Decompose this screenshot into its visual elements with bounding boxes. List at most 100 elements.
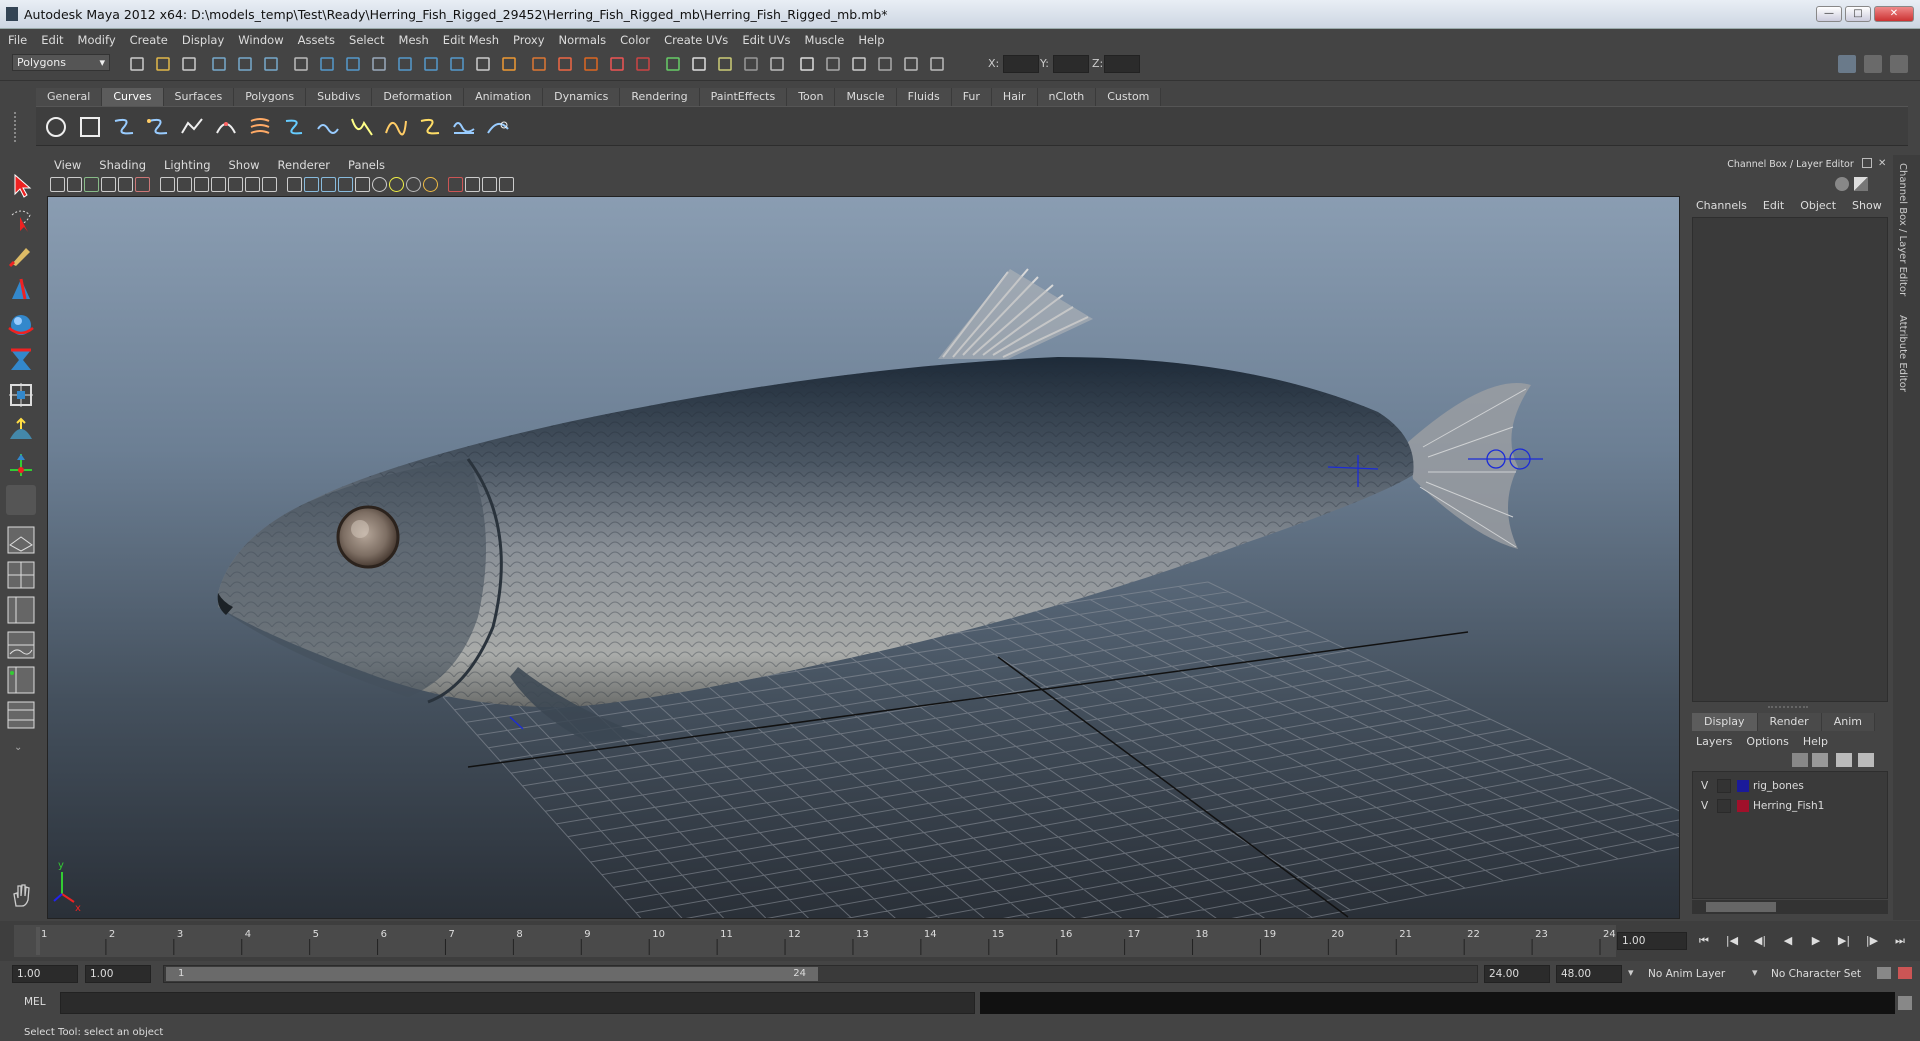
range-slider-track[interactable]: 1 24 [163,965,1478,983]
playback-end-field[interactable]: 24.00 [1484,965,1550,983]
channel-box-menu-object[interactable]: Object [1800,199,1836,212]
cv-curve-tool-icon[interactable] [112,115,136,139]
scale-tool-icon[interactable] [6,345,36,375]
range-slider-bar[interactable]: 1 24 [166,967,818,981]
shelf-tab-curves[interactable]: Curves [102,88,164,106]
layer-visibility-toggle[interactable]: V [1701,800,1708,812]
open-scene-icon[interactable] [156,57,170,71]
history-toggle-icon[interactable] [692,57,706,71]
bookmarks-icon[interactable] [84,177,99,192]
snap-grid-icon[interactable] [558,57,572,71]
channel-box-options-icon[interactable] [1835,177,1849,191]
channel-box-menu-show[interactable]: Show [1852,199,1882,212]
animation-preferences-icon[interactable] [1898,967,1912,979]
anim-layer-dropdown-arrow[interactable]: ▾ [1628,966,1634,979]
show-manipulator-icon[interactable] [6,450,36,480]
move-tool-icon[interactable] [6,275,36,305]
construction-history-icon[interactable] [770,57,784,71]
shelf-tab-ncloth[interactable]: nCloth [1037,88,1097,106]
menu-normals[interactable]: Normals [559,33,607,47]
safe-title-icon[interactable] [262,177,277,192]
shelf-tab-polygons[interactable]: Polygons [234,88,307,106]
xray-components-icon[interactable] [499,177,514,192]
smooth-shade-all-icon[interactable] [304,177,319,192]
character-set-dropdown-arrow[interactable]: ▾ [1752,966,1758,979]
animation-end-field[interactable]: 48.00 [1556,965,1622,983]
resolution-gate-icon[interactable] [194,177,209,192]
select-curves-icon[interactable] [372,57,386,71]
insert-knot-icon[interactable] [384,115,408,139]
snap-curve-icon[interactable] [584,57,598,71]
layer-tab-anim[interactable]: Anim [1821,713,1875,731]
shelf-tab-hair[interactable]: Hair [991,88,1038,106]
command-input[interactable] [60,992,975,1014]
shelf-tab-animation[interactable]: Animation [464,88,544,106]
hand-cursor-icon[interactable] [6,880,36,910]
layer-display-type[interactable] [1717,799,1731,813]
image-plane-icon[interactable] [101,177,116,192]
shelf-tab-deformation[interactable]: Deformation [372,88,465,106]
current-time-field[interactable]: 1.00 [1617,932,1687,950]
character-set-dropdown[interactable]: No Character Set [1771,968,1861,980]
script-editor-icon[interactable] [1898,996,1912,1010]
input-line-icon[interactable] [930,57,944,71]
query-icon-icon[interactable] [532,57,546,71]
use-default-material-icon[interactable] [372,177,387,192]
menu-proxy[interactable]: Proxy [513,33,545,47]
extend-curve-icon[interactable] [418,115,442,139]
channel-box-toggle-icon-2[interactable] [1854,177,1868,191]
menu-select[interactable]: Select [349,33,384,47]
current-time-marker[interactable] [36,927,40,955]
nurbs-square-icon[interactable] [78,115,102,139]
menu-set-dropdown[interactable]: Polygons [12,54,110,71]
input-ops-icon[interactable] [718,57,732,71]
auto-key-icon[interactable] [1877,967,1891,979]
persp-graph-hypergraph-layout-icon[interactable] [6,700,36,730]
safe-action-icon[interactable] [245,177,260,192]
render-view-icon[interactable] [800,57,814,71]
persp-graph-layout-icon[interactable] [6,630,36,660]
select-surfaces-icon[interactable] [398,57,412,71]
layer-visibility-toggle[interactable]: V [1701,780,1708,792]
last-tool-used-slot[interactable] [6,485,36,515]
tool-settings-icon[interactable] [1864,55,1882,73]
select-camera-icon[interactable] [50,177,65,192]
perspective-viewport[interactable]: y x [47,196,1680,919]
shelf-tab-general[interactable]: General [36,88,103,106]
new-scene-icon[interactable] [130,57,144,71]
layer-name[interactable]: Herring_Fish1 [1753,800,1824,812]
rebuild-curve-icon[interactable] [486,115,510,139]
menu-color[interactable]: Color [620,33,650,47]
save-scene-icon[interactable] [182,57,196,71]
layer-name[interactable]: rig_bones [1753,780,1804,792]
layer-list-scrollbar[interactable] [1692,900,1888,914]
x-field[interactable] [1003,55,1039,73]
layer-tab-render[interactable]: Render [1757,713,1822,731]
four-view-layout-icon[interactable] [6,560,36,590]
channel-box-toggle-icon[interactable] [1890,55,1908,73]
select-dynamics-icon[interactable] [450,57,464,71]
ipr-render-icon[interactable] [852,57,866,71]
scrollbar-thumb[interactable] [1706,902,1776,912]
anim-layer-dropdown[interactable]: No Anim Layer [1648,968,1725,980]
shelf-tab-toon[interactable]: Toon [787,88,836,106]
pencil-curve-tool-icon[interactable] [180,115,204,139]
step-back-frame-button[interactable]: |◀ [1720,933,1744,949]
attribute-editor-side-tab[interactable]: Attribute Editor [1897,315,1908,392]
shelf-tab-subdivs[interactable]: Subdivs [306,88,373,106]
layer-row[interactable]: Vrig_bones [1695,778,1885,796]
grid-icon[interactable] [160,177,175,192]
toolbox-more-indicator[interactable]: ⌄ [14,742,22,753]
detach-curves-icon[interactable] [350,115,374,139]
panel-layout-icon[interactable] [1838,55,1856,73]
gate-mask-icon[interactable] [211,177,226,192]
select-rendering-icon[interactable] [476,57,490,71]
new-layer-selected-icon[interactable] [1812,753,1828,767]
render-frame-icon[interactable] [826,57,840,71]
rotate-tool-icon[interactable] [6,310,36,340]
xray-joints-icon[interactable] [482,177,497,192]
menu-window[interactable]: Window [238,33,283,47]
select-misc-icon[interactable] [502,57,516,71]
universal-manipulator-icon[interactable] [6,380,36,410]
close-button[interactable]: ✕ [1874,6,1914,22]
